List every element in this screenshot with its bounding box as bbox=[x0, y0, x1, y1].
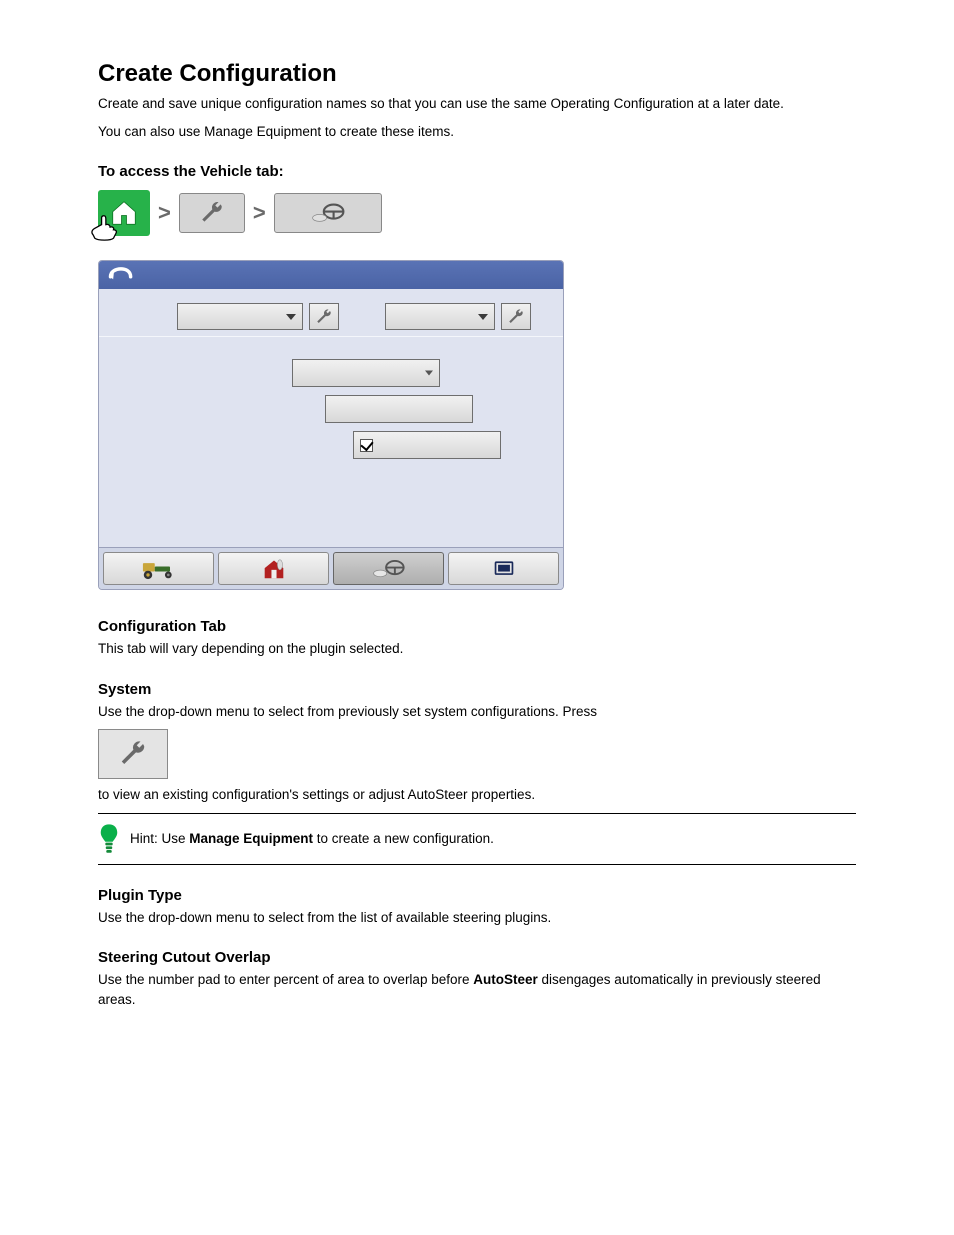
home-button[interactable] bbox=[98, 190, 150, 236]
override-checkbox-field[interactable] bbox=[353, 431, 501, 459]
nav-section-title: To access the Vehicle tab: bbox=[98, 163, 856, 180]
plugin-type-dropdown[interactable] bbox=[292, 359, 440, 387]
system-dropdown[interactable] bbox=[177, 303, 303, 330]
wrench-icon bbox=[118, 739, 148, 769]
breadcrumb-separator-2: > bbox=[253, 200, 266, 226]
page-title: Create Configuration bbox=[98, 60, 856, 88]
steering-wheel-icon bbox=[307, 201, 349, 225]
plugin-settings-button[interactable] bbox=[501, 303, 531, 330]
overlap-heading: Steering Cutout Overlap bbox=[98, 949, 856, 966]
panel-body: System Plugin Plugin Type Steering Cutou… bbox=[99, 289, 563, 547]
system-body: Use the drop-down menu to select from pr… bbox=[98, 702, 856, 722]
system-wrench-button[interactable] bbox=[98, 729, 168, 779]
intro-paragraph-2: You can also use Manage Equipment to cre… bbox=[98, 122, 856, 142]
steering-config-button[interactable] bbox=[274, 193, 382, 233]
panel-tabbar bbox=[99, 547, 563, 589]
lightbulb-icon bbox=[98, 822, 120, 856]
pointing-hand-icon bbox=[88, 214, 122, 242]
tractor-icon bbox=[137, 558, 181, 580]
configuration-tab-heading: Configuration Tab bbox=[98, 618, 856, 635]
tab-steering[interactable] bbox=[333, 552, 444, 585]
settings-button[interactable] bbox=[179, 193, 245, 233]
plugin-type-heading: Plugin Type bbox=[98, 887, 856, 904]
system-body-2: to view an existing configuration's sett… bbox=[98, 785, 856, 805]
intro-paragraph-1: Create and save unique configuration nam… bbox=[98, 94, 856, 114]
panel-titlebar bbox=[99, 261, 563, 289]
configuration-panel: System Plugin Plugin Type Steering Cutou… bbox=[98, 260, 564, 590]
middle-column: Plugin Type Steering Cutout Overlap Oper… bbox=[111, 359, 551, 459]
wrench-icon bbox=[507, 308, 525, 326]
monitor-icon bbox=[493, 558, 515, 580]
hint-callout: Hint: Use Manage Equipment to create a n… bbox=[98, 813, 856, 865]
breadcrumb-separator-1: > bbox=[158, 200, 171, 226]
tab-display[interactable] bbox=[448, 552, 559, 585]
steering-wheel-icon bbox=[365, 558, 413, 580]
breadcrumb: > > bbox=[98, 190, 856, 236]
top-controls-row: System Plugin bbox=[111, 303, 551, 330]
system-heading: System bbox=[98, 681, 856, 698]
plugin-type-body: Use the drop-down menu to select from th… bbox=[98, 908, 856, 928]
overlap-body: Use the number pad to enter percent of a… bbox=[98, 970, 856, 1009]
configuration-tab-note: This tab will vary depending on the plug… bbox=[98, 639, 856, 659]
tab-vehicle[interactable] bbox=[103, 552, 214, 585]
divider bbox=[99, 336, 563, 337]
hint-text: Hint: Use Manage Equipment to create a n… bbox=[130, 829, 494, 849]
back-arrow-icon[interactable] bbox=[107, 264, 135, 286]
wrench-icon bbox=[199, 200, 225, 226]
tab-farm[interactable] bbox=[218, 552, 329, 585]
wrench-icon bbox=[315, 308, 333, 326]
system-settings-button[interactable] bbox=[309, 303, 339, 330]
override-checkbox[interactable] bbox=[360, 439, 373, 452]
barn-icon bbox=[260, 558, 288, 580]
plugin-dropdown[interactable] bbox=[385, 303, 495, 330]
overlap-input[interactable] bbox=[325, 395, 473, 423]
